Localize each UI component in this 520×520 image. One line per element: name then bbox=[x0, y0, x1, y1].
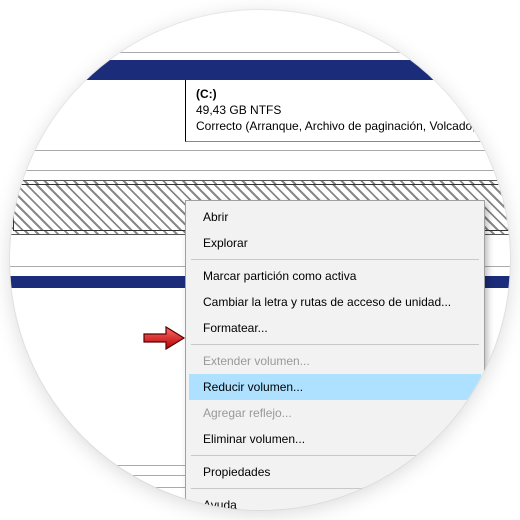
menu-separator bbox=[191, 455, 479, 456]
disk-header-bar bbox=[10, 60, 510, 80]
red-arrow-icon bbox=[142, 325, 186, 351]
partition-label: (C:) bbox=[196, 86, 510, 102]
menu-help[interactable]: Ayuda bbox=[189, 492, 481, 510]
menu-properties[interactable]: Propiedades bbox=[189, 459, 481, 485]
menu-open[interactable]: Abrir bbox=[189, 204, 481, 230]
menu-delete-volume[interactable]: Eliminar volumen... bbox=[189, 426, 481, 452]
partition-size: 49,43 GB NTFS bbox=[196, 102, 510, 118]
truncated-text-left: ) bbox=[10, 100, 60, 120]
menu-shrink-volume[interactable]: Reducir volumen... bbox=[189, 374, 481, 400]
menu-mark-active[interactable]: Marcar partición como activa bbox=[189, 263, 481, 289]
menu-add-mirror: Agregar reflejo... bbox=[189, 400, 481, 426]
menu-separator bbox=[191, 488, 479, 489]
menu-separator bbox=[191, 259, 479, 260]
menu-separator bbox=[191, 344, 479, 345]
partition-status: Correcto (Arranque, Archivo de paginació… bbox=[196, 118, 510, 134]
partition-c[interactable]: (C:) 49,43 GB NTFS Correcto (Arranque, A… bbox=[185, 80, 510, 142]
menu-change-letter[interactable]: Cambiar la letra y rutas de acceso de un… bbox=[189, 289, 481, 315]
menu-explore[interactable]: Explorar bbox=[189, 230, 481, 256]
menu-format[interactable]: Formatear... bbox=[189, 315, 481, 341]
menu-extend-volume: Extender volumen... bbox=[189, 348, 481, 374]
context-menu: Abrir Explorar Marcar partición como act… bbox=[185, 200, 485, 510]
